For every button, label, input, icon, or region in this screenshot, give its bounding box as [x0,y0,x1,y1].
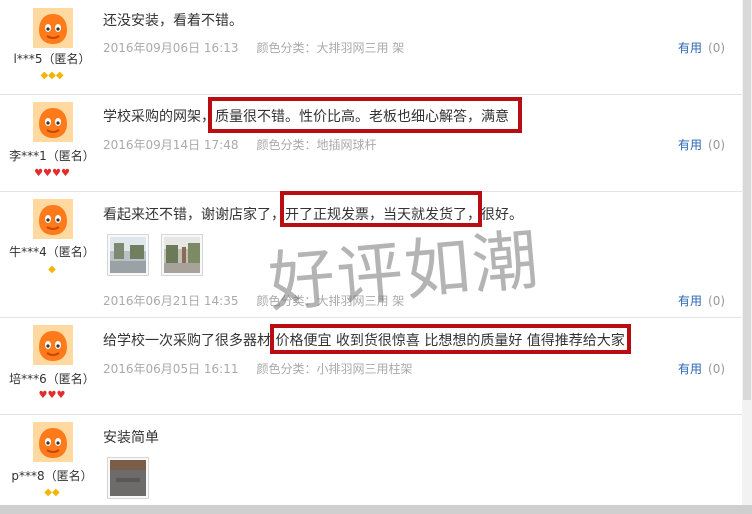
helpful-button[interactable]: 有用 [678,294,702,308]
review-photo[interactable] [161,234,203,276]
reviewer-level-badges: ♥♥♥ [0,391,104,401]
default-avatar-icon [33,102,73,142]
avatar[interactable] [33,325,73,365]
gold-diamond-icon: ◆ [44,487,52,498]
gold-diamond-icon: ◆ [48,70,56,81]
reviewer-level-badges: ◆ [0,265,104,275]
red-heart-icon: ♥ [52,168,61,179]
red-heart-icon: ♥ [34,168,44,179]
review-date: 2016年06月21日 14:35 [103,294,239,308]
review-date: 2016年09月14日 17:48 [103,138,239,152]
reviewer-name: 牛***4（匿名） [9,245,95,259]
review-category: 颜色分类：大排羽网三用 架 [256,41,405,55]
review-photo-icon [110,237,146,273]
highlight-box [208,97,522,133]
default-avatar-icon [33,422,73,462]
review-content: 还没安装，看着不错。 [103,13,243,29]
review-photo[interactable] [107,457,149,499]
review-photo-icon [110,460,146,496]
helpful-control: 有用 (0) [678,292,725,309]
default-avatar-icon [33,199,73,239]
helpful-button[interactable]: 有用 [678,362,702,376]
red-heart-icon: ♥ [56,390,66,401]
review-meta: 2016年09月14日 17:48 颜色分类：地插网球杆 [103,136,377,153]
review-content: 安装简单 [103,430,159,446]
review-date: 2016年09月06日 16:13 [103,41,239,55]
default-avatar-icon [33,325,73,365]
helpful-count: (0) [708,294,726,308]
scrollbar-thumb[interactable] [743,0,751,400]
reviewer-name: 培***6（匿名） [9,372,95,386]
horizontal-scrollbar[interactable] [0,505,752,514]
review-photo[interactable] [107,234,149,276]
avatar[interactable] [33,102,73,142]
gold-diamond-icon: ◆ [48,264,56,275]
avatar[interactable] [33,199,73,239]
gold-diamond-icon: ◆ [40,70,49,81]
gold-diamond-icon: ◆ [55,70,64,81]
helpful-button[interactable]: 有用 [678,41,702,55]
review-item: p***8（匿名） ◆◆ 安装简单 [0,414,742,505]
red-heart-icon: ♥ [60,168,70,179]
red-heart-icon: ♥ [43,168,52,179]
gold-diamond-icon: ◆ [52,487,60,498]
reviewer-name: 李***1（匿名） [9,149,95,163]
helpful-control: 有用 (0) [678,39,725,56]
helpful-count: (0) [708,138,726,152]
review-item: l***5（匿名） ◆◆◆ 还没安装，看着不错。 2016年09月06日 16:… [0,0,742,95]
helpful-count: (0) [708,41,726,55]
red-heart-icon: ♥ [38,390,48,401]
avatar[interactable] [33,8,73,48]
review-meta: 2016年06月05日 16:11 颜色分类：小排羽网三用柱架 [103,360,413,377]
review-category: 颜色分类：小排羽网三用柱架 [256,362,413,376]
review-photo-icon [164,237,200,273]
review-meta: 2016年09月06日 16:13 颜色分类：大排羽网三用 架 [103,39,404,56]
default-avatar-icon [33,8,73,48]
review-date: 2016年06月05日 16:11 [103,362,239,376]
helpful-control: 有用 (0) [678,136,725,153]
helpful-count: (0) [708,362,726,376]
reviewer-level-badges: ♥♥♥♥ [0,169,104,179]
highlight-box [270,324,631,354]
reviewer-level-badges: ◆◆◆ [0,71,104,81]
review-category: 颜色分类：地插网球杆 [256,138,377,152]
reviewer-name: l***5（匿名） [13,52,91,66]
avatar[interactable] [33,422,73,462]
helpful-control: 有用 (0) [678,360,725,377]
reviewer-level-badges: ◆◆ [0,488,104,498]
helpful-button[interactable]: 有用 [678,138,702,152]
reviewer-name: p***8（匿名） [11,469,93,483]
